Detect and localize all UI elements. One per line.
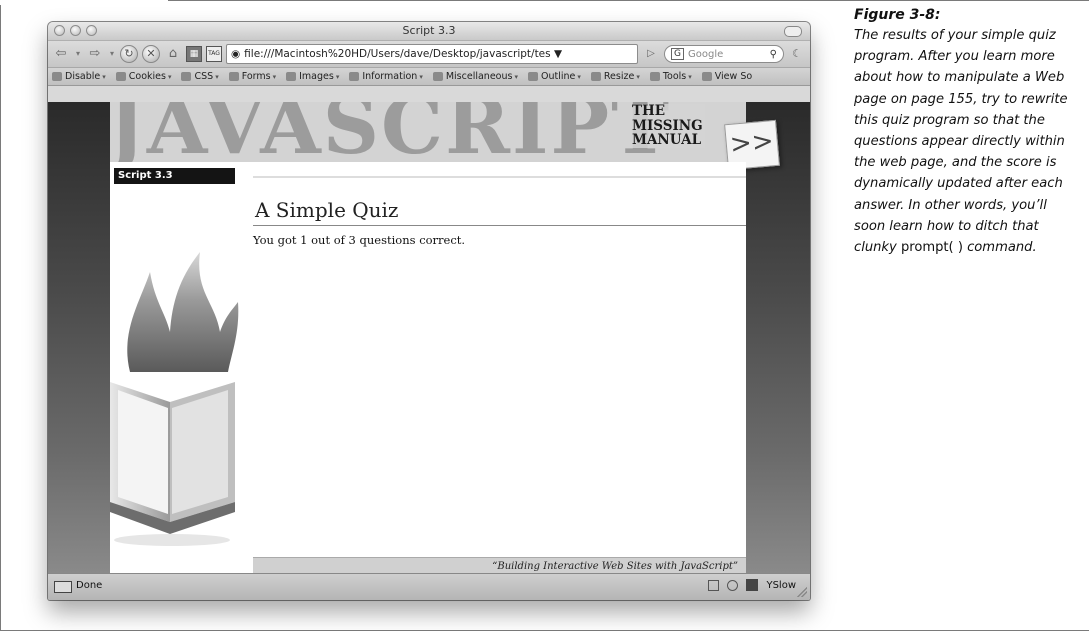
cookies-icon (115, 72, 126, 81)
web-developer-toolbar: Disable ▾ Cookies ▾ CSS ▾ Forms ▾ Images ▾ In… (48, 68, 810, 86)
bookmark-grid-icon[interactable]: ▦ (186, 46, 202, 62)
reload-icon[interactable]: ↻ (120, 45, 138, 63)
resize-icon (590, 72, 601, 81)
devbar-outline[interactable]: Outline ▾ (527, 71, 581, 82)
title-bar: Script 3.3 (48, 22, 810, 41)
figure-caption: Figure 3-8: The results of your simple q… (854, 7, 1082, 257)
home-icon[interactable]: ⌂ (164, 45, 182, 63)
yslow-label[interactable]: YSlow (766, 580, 796, 591)
window-title: Script 3.3 (402, 24, 456, 37)
status-addons: YSlow (708, 579, 796, 591)
devbar-tools[interactable]: Tools ▾ (649, 71, 692, 82)
browser-window: Script 3.3 ⇦ ▾ ⇨ ▾ ↻ ✕ ⌂ ▦ TAG ◉ file://… (48, 22, 810, 600)
tools-icon (649, 72, 660, 81)
devbar-view-source[interactable]: View So (701, 71, 752, 82)
banner-logo-text: JAVASCRIPT (110, 102, 672, 162)
address-bar[interactable]: ◉ file:///Macintosh%20HD/Users/dave/Desk… (226, 44, 638, 64)
sidebar: Script 3.3 (110, 162, 253, 557)
page-info-icon[interactable] (708, 579, 720, 591)
page-title: A Simple Quiz (255, 198, 399, 222)
flaming-book-icon (110, 252, 239, 546)
figure-body: The results of your simple quiz program.… (854, 28, 1068, 256)
search-engine-icon[interactable]: G (671, 48, 684, 60)
outline-icon (527, 72, 538, 81)
devbar-resize[interactable]: Resize ▾ (590, 71, 640, 82)
back-history-chevron-icon[interactable]: ▾ (74, 45, 82, 63)
site-banner: JAVASCRIPT THE MISSING MANUAL (110, 102, 746, 162)
banner-subtitle: THE MISSING MANUAL (630, 103, 705, 148)
devbar-disable[interactable]: Disable ▾ (52, 71, 106, 82)
spinner-icon: ☾ (792, 47, 802, 60)
quiz-score-text: You got 1 out of 3 questions correct. (253, 233, 466, 247)
globe-icon: ◉ (231, 48, 241, 60)
main-column: A Simple Quiz You got 1 out of 3 questio… (253, 162, 746, 557)
page-footer: “Building Interactive Web Sites with Jav… (253, 557, 746, 574)
images-icon (286, 72, 297, 81)
devbar-css[interactable]: CSS ▾ (181, 71, 219, 82)
figure-title: Figure 3-8: (854, 7, 941, 23)
back-arrow-icon[interactable]: ⇦ (52, 45, 70, 63)
header-divider (253, 176, 746, 178)
devbar-information[interactable]: Information ▾ (349, 71, 423, 82)
magnifier-icon[interactable]: ⚲ (770, 49, 777, 60)
tag-icon[interactable]: TAG (206, 46, 222, 62)
security-icon[interactable] (727, 579, 739, 591)
go-arrow-icon[interactable]: ▷ (642, 45, 660, 63)
navigation-toolbar: ⇦ ▾ ⇨ ▾ ↻ ✕ ⌂ ▦ TAG ◉ file:///Macintosh%… (48, 41, 810, 68)
search-input[interactable]: G Google ⚲ (664, 45, 784, 63)
stop-icon[interactable]: ✕ (142, 45, 160, 63)
devbar-forms[interactable]: Forms ▾ (228, 71, 276, 82)
search-placeholder: Google (687, 48, 724, 60)
forward-history-chevron-icon[interactable]: ▾ (108, 45, 116, 63)
status-page-icon (54, 581, 72, 593)
title-underline (253, 225, 746, 226)
status-bar: Done YSlow (48, 573, 810, 600)
status-text: Done (76, 580, 103, 591)
address-text: file:///Macintosh%20HD/Users/dave/Deskto… (244, 48, 563, 60)
page-tab-gap (0, 0, 168, 5)
code-term: prompt( ) (900, 240, 963, 256)
disable-icon (52, 72, 62, 81)
toolbar-toggle-button[interactable] (784, 26, 802, 37)
miscellaneous-icon (432, 72, 443, 81)
css-icon (181, 72, 192, 81)
forms-icon (228, 72, 239, 81)
resize-grip-icon[interactable] (797, 587, 807, 597)
devbar-miscellaneous[interactable]: Miscellaneous ▾ (432, 71, 518, 82)
devbar-images[interactable]: Images ▾ (286, 71, 339, 82)
view-source-icon (701, 72, 712, 81)
devbar-cookies[interactable]: Cookies ▾ (115, 71, 171, 82)
yslow-icon[interactable] (746, 579, 759, 591)
information-icon (349, 72, 360, 81)
page-viewport: JAVASCRIPT THE MISSING MANUAL >> Script … (48, 102, 810, 574)
script-label: Script 3.3 (114, 168, 235, 184)
page-content: Script 3.3 A Simple Quiz You got 1 out o… (110, 162, 746, 574)
forward-arrow-icon[interactable]: ⇨ (86, 45, 104, 63)
